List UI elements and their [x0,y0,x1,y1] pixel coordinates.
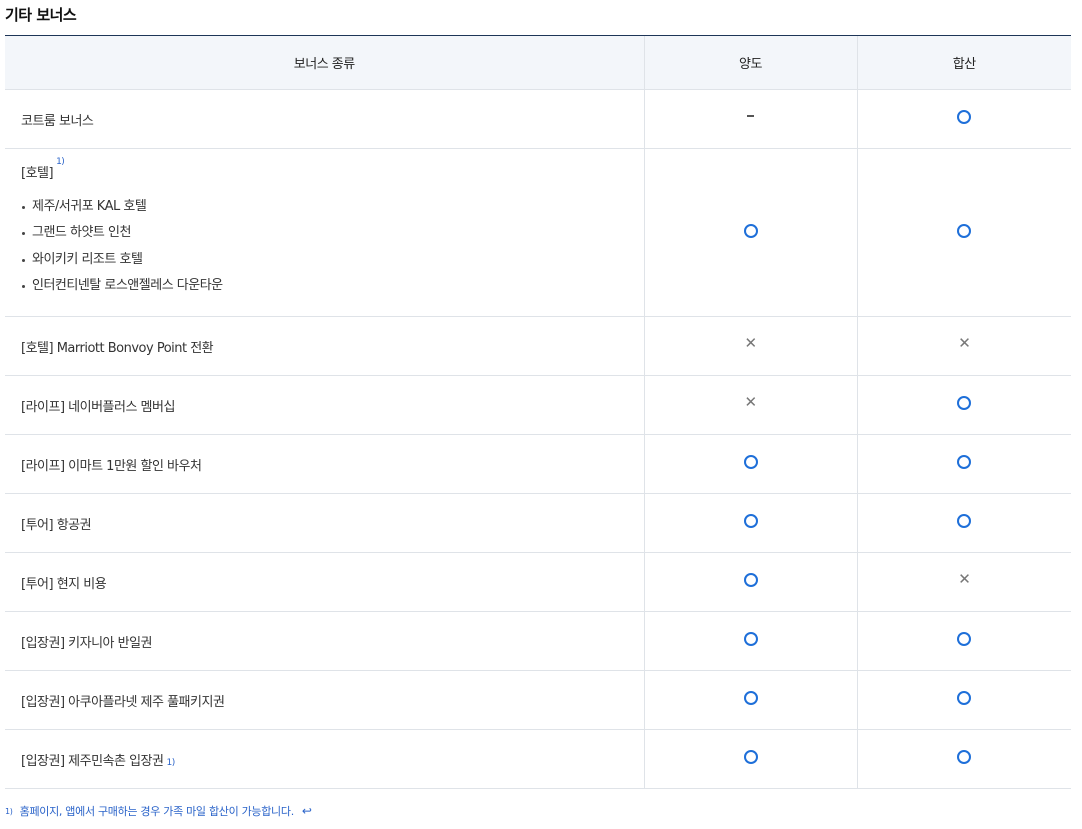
transfer-mark [643,434,857,494]
footnote-ref-link[interactable]: 1) [166,758,175,768]
circle-icon [743,691,758,705]
bonus-name: [라이프] 네이버플러스 멤버십 [5,375,644,435]
circle-icon [957,632,972,646]
section-title: 기타 보너스 [5,6,77,24]
bonus-name: [입장권] 아쿠아플라넷 제주 풀패키지권 [5,670,644,730]
bonus-name: [라이프] 이마트 1만원 할인 바우처 [5,434,644,494]
transfer-mark [643,89,857,149]
combine-mark [856,493,1071,553]
circle-icon [957,396,972,410]
footnote: 1) 홈페이지, 앱에서 구매하는 경우 가족 마일 합산이 가능합니다. ↩ [5,803,312,819]
circle-icon [743,223,758,238]
circle-icon [957,455,972,469]
footnote-text: 홈페이지, 앱에서 구매하는 경우 가족 마일 합산이 가능합니다. [19,805,295,818]
table-row: [호텔] Marriott Bonvoy Point 전환 ✕ ✕ [5,316,1071,376]
table-row: [라이프] 이마트 1만원 할인 바우처 [5,434,1071,494]
cross-icon: ✕ [744,393,757,411]
bonus-name: [투어] 항공권 [5,493,644,553]
cross-icon: ✕ [958,570,971,588]
header-combine: 합산 [856,35,1071,90]
transfer-mark [643,148,857,317]
table-row: [입장권] 키자니아 반일권 [5,611,1071,671]
combine-mark [856,148,1071,317]
circle-icon [743,573,758,587]
cross-icon: ✕ [744,334,757,352]
return-arrow-icon[interactable]: ↩ [302,804,312,818]
bonus-table: 보너스 종류 양도 합산 코트룸 보너스 [호텔] 1) 제주/서귀포 KAL … [5,35,1071,789]
circle-icon [957,750,972,764]
transfer-mark: ✕ [643,375,857,435]
combine-mark: ✕ [856,552,1071,612]
transfer-mark [643,670,857,730]
bonus-name: [입장권] 제주민속촌 입장권 [21,753,164,769]
footnote-ref-link[interactable]: 1) [56,157,65,167]
bonus-name: [호텔] Marriott Bonvoy Point 전환 [5,316,644,376]
circle-icon [743,514,758,528]
table-row: [호텔] 1) 제주/서귀포 KAL 호텔 그랜드 하얏트 인천 와이키키 리조… [5,148,1071,317]
combine-mark [856,729,1071,789]
combine-mark [856,89,1071,149]
transfer-mark: ✕ [643,316,857,376]
bonus-name: 코트룸 보너스 [5,89,644,149]
list-item: 인터컨티넨탈 로스앤젤레스 다운타운 [21,277,644,304]
table-row: [라이프] 네이버플러스 멤버십 ✕ [5,375,1071,435]
list-item: 그랜드 하얏트 인천 [21,224,644,251]
circle-icon [957,223,972,238]
footnote-number: 1) [5,806,13,816]
transfer-mark [643,729,857,789]
combine-mark [856,434,1071,494]
list-item: 와이키키 리조트 호텔 [21,251,644,278]
transfer-mark [643,552,857,612]
circle-icon [743,632,758,646]
table-row: [입장권] 아쿠아플라넷 제주 풀패키지권 [5,670,1071,730]
circle-icon [957,514,972,528]
header-bonus-type: 보너스 종류 [5,35,644,90]
circle-icon [957,110,972,124]
transfer-mark [643,493,857,553]
combine-mark [856,611,1071,671]
dash-icon [747,115,754,117]
circle-icon [743,750,758,764]
bonus-name: [투어] 현지 비용 [5,552,644,612]
circle-icon [957,691,972,705]
transfer-mark [643,611,857,671]
table-header-row: 보너스 종류 양도 합산 [5,35,1071,90]
circle-icon [743,455,758,469]
table-row: [투어] 현지 비용 ✕ [5,552,1071,612]
bonus-name: [입장권] 키자니아 반일권 [5,611,644,671]
table-row: [입장권] 제주민속촌 입장권 1) [5,729,1071,789]
cross-icon: ✕ [958,334,971,352]
combine-mark: ✕ [856,316,1071,376]
bonus-name: [호텔] [21,165,54,181]
table-row: 코트룸 보너스 [5,89,1071,149]
list-item: 제주/서귀포 KAL 호텔 [21,198,644,225]
combine-mark [856,670,1071,730]
combine-mark [856,375,1071,435]
table-row: [투어] 항공권 [5,493,1071,553]
header-transfer: 양도 [643,35,857,90]
hotel-list: 제주/서귀포 KAL 호텔 그랜드 하얏트 인천 와이키키 리조트 호텔 인터컨… [21,198,644,304]
